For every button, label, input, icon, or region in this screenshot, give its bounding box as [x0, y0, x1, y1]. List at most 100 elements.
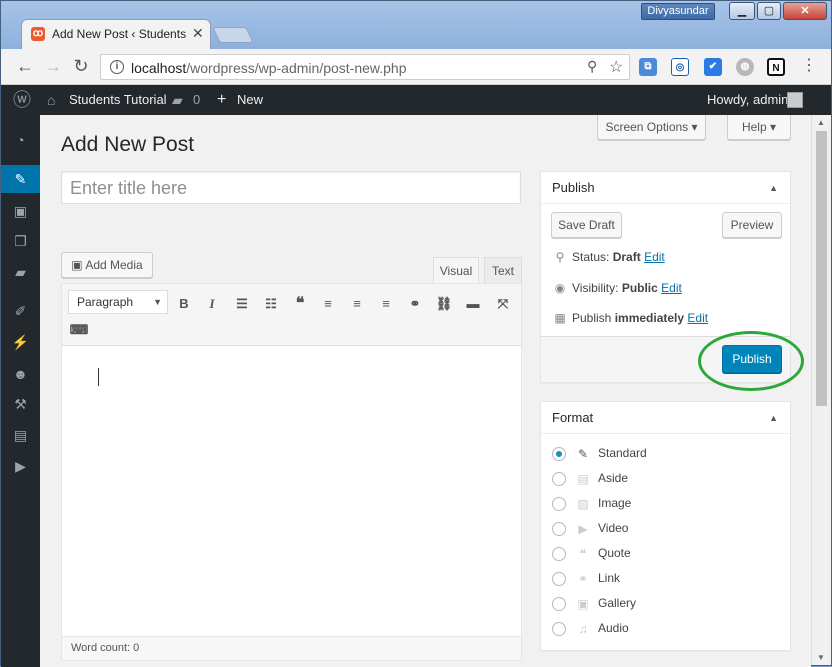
howdy-account-link[interactable]: Howdy, admin: [707, 85, 788, 115]
appearance-brush-icon[interactable]: ✐: [1, 297, 40, 325]
format-heading: Format ▲: [541, 402, 790, 434]
scroll-thumb[interactable]: [816, 131, 827, 406]
info-icon[interactable]: i: [110, 60, 124, 74]
close-tab-icon[interactable]: ✕: [192, 25, 204, 42]
blockquote-icon[interactable]: ❝: [289, 294, 311, 314]
comments-icon[interactable]: ▰: [1, 258, 40, 286]
save-draft-button[interactable]: Save Draft: [551, 212, 622, 238]
gallery-icon: ▣: [577, 596, 589, 611]
users-icon[interactable]: ☻: [1, 360, 40, 388]
remove-link-icon[interactable]: ⛓: [433, 294, 455, 314]
format-option-image[interactable]: ▨ Image: [552, 494, 631, 512]
screen-options-button[interactable]: Screen Options ▾: [597, 115, 706, 140]
edit-schedule-link[interactable]: Edit: [687, 311, 708, 325]
edit-status-link[interactable]: Edit: [644, 250, 665, 264]
collapse-arrow-icon[interactable]: ▲: [769, 402, 778, 434]
collapse-menu-icon[interactable]: ▶: [1, 452, 40, 480]
pin-icon: ⚲: [555, 250, 565, 264]
align-right-icon[interactable]: ≡: [375, 294, 397, 314]
radio-button[interactable]: [552, 446, 566, 461]
tab-visual[interactable]: Visual: [433, 257, 479, 285]
radio-button[interactable]: [552, 496, 566, 511]
settings-icon[interactable]: ▤: [1, 421, 40, 449]
format-box: Format ▲ ✎ Standard ▤ Aside ▨ Image ▶ Video ❝…: [540, 401, 791, 651]
insert-link-icon[interactable]: ⚭: [404, 294, 426, 314]
radio-button[interactable]: [552, 546, 566, 561]
new-tab-button[interactable]: [212, 27, 254, 43]
radio-button[interactable]: [552, 471, 566, 486]
scroll-up-icon[interactable]: ▲: [817, 118, 825, 127]
bold-icon[interactable]: B: [173, 294, 195, 314]
extension-icon[interactable]: ◎: [671, 58, 689, 76]
extension-n-icon[interactable]: N: [767, 58, 785, 76]
address-bar[interactable]: i localhost/wordpress/wp-admin/post-new.…: [100, 54, 630, 80]
format-option-aside[interactable]: ▤ Aside: [552, 469, 628, 487]
avatar[interactable]: [787, 92, 803, 108]
plugins-icon[interactable]: ⚡: [1, 328, 40, 356]
url-text: localhost/wordpress/wp-admin/post-new.ph…: [131, 60, 407, 76]
media-icon[interactable]: ▣: [1, 197, 40, 225]
scroll-down-icon[interactable]: ▼: [817, 653, 825, 662]
publish-heading: Publish ▲: [541, 172, 790, 204]
read-more-icon[interactable]: ▬: [462, 294, 484, 314]
menu-dots-icon[interactable]: ⋮: [798, 56, 820, 76]
comment-icon[interactable]: ▰: [172, 85, 183, 115]
align-center-icon[interactable]: ≡: [346, 294, 368, 314]
plus-icon[interactable]: +: [217, 85, 226, 115]
tab-text[interactable]: Text: [484, 257, 522, 285]
close-window-button[interactable]: ✕: [783, 2, 827, 20]
format-option-video[interactable]: ▶ Video: [552, 519, 628, 537]
pin-icon: ✎: [577, 446, 589, 461]
back-arrow-icon[interactable]: ←: [14, 56, 36, 76]
radio-button[interactable]: [552, 596, 566, 611]
preview-button[interactable]: Preview: [722, 212, 782, 238]
radio-button[interactable]: [552, 621, 566, 636]
align-left-icon[interactable]: ≡: [317, 294, 339, 314]
browser-window: Divyasundar ▁ ▢ ✕ ꝏ Add New Post ‹ Stude…: [0, 0, 832, 667]
bulleted-list-icon[interactable]: ☰: [231, 294, 253, 314]
help-button[interactable]: Help ▾: [727, 115, 791, 140]
extension-icon[interactable]: ⧉: [639, 58, 657, 76]
site-name-link[interactable]: Students Tutorial: [69, 85, 167, 115]
radio-button[interactable]: [552, 521, 566, 536]
reload-icon[interactable]: ↻: [70, 56, 92, 76]
profile-badge[interactable]: Divyasundar: [641, 3, 715, 20]
extension-check-icon[interactable]: ✔: [704, 58, 722, 76]
maximize-button[interactable]: ▢: [757, 2, 781, 20]
collapse-arrow-icon[interactable]: ▲: [769, 172, 778, 204]
italic-icon[interactable]: I: [201, 294, 223, 314]
pages-icon[interactable]: ❐: [1, 227, 40, 255]
post-title-input[interactable]: Enter title here: [61, 171, 521, 204]
forward-arrow-icon[interactable]: →: [42, 56, 64, 76]
comments-count[interactable]: 0: [193, 85, 200, 115]
add-media-button[interactable]: ▣ Add Media: [61, 252, 153, 278]
video-icon: ▶: [578, 521, 588, 536]
toolbar-toggle-icon[interactable]: ⌨: [68, 320, 90, 340]
admin-sidebar: ◔ ✎ ▣ ❐ ▰ ✐ ⚡ ☻ ⚒ ▤ ▶: [1, 115, 40, 667]
main-content: Screen Options ▾ Help ▾ Add New Post Ent…: [40, 115, 811, 667]
new-link[interactable]: New: [237, 85, 263, 115]
format-option-quote[interactable]: ❝ Quote: [552, 544, 631, 562]
format-option-standard[interactable]: ✎ Standard: [552, 444, 647, 462]
numbered-list-icon[interactable]: ☷: [260, 294, 282, 314]
audio-icon: ♫: [578, 621, 588, 636]
posts-pin-icon[interactable]: ✎: [1, 165, 40, 193]
format-option-audio[interactable]: ♫ Audio: [552, 619, 629, 637]
tools-wrench-icon[interactable]: ⚒: [1, 390, 40, 418]
fullscreen-icon[interactable]: ⤧: [492, 294, 514, 314]
format-option-gallery[interactable]: ▣ Gallery: [552, 594, 636, 612]
wordpress-logo-icon[interactable]: ⓦ: [13, 85, 31, 115]
minimize-button[interactable]: ▁: [729, 2, 755, 20]
dashboard-icon[interactable]: ◔: [1, 126, 40, 154]
browser-toolbar: ← → ↻ i localhost/wordpress/wp-admin/pos…: [1, 49, 831, 85]
format-option-link[interactable]: ⚭ Link: [552, 569, 620, 587]
radio-button[interactable]: [552, 571, 566, 586]
aside-icon: ▤: [577, 471, 589, 486]
bookmark-star-icon[interactable]: ☆: [609, 57, 623, 77]
edit-visibility-link[interactable]: Edit: [661, 281, 682, 295]
extension-globe-icon[interactable]: ◍: [736, 58, 754, 76]
search-icon[interactable]: ⚲: [587, 58, 597, 75]
format-select[interactable]: Paragraph ▼: [68, 290, 168, 314]
page-scrollbar[interactable]: ▲ ▼: [811, 115, 831, 665]
browser-tab[interactable]: ꝏ Add New Post ‹ Students ✕: [21, 19, 211, 49]
